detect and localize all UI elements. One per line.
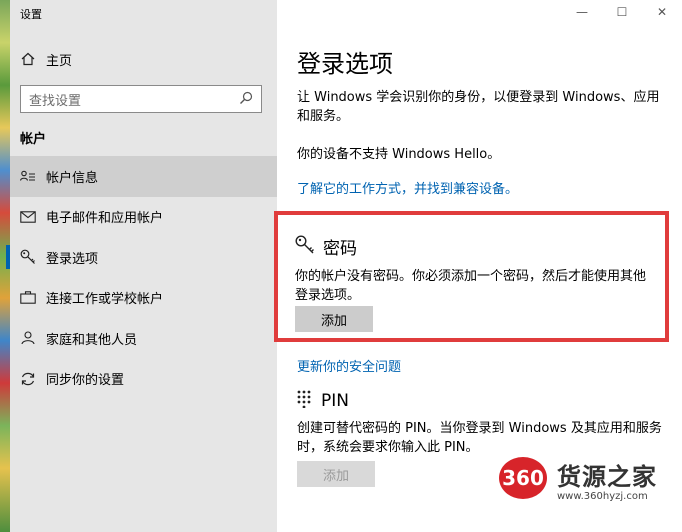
minimize-button[interactable]: —	[562, 0, 602, 24]
key-icon	[295, 234, 315, 259]
sidebar-item-label: 登录选项	[46, 251, 99, 267]
watermark-logo: 360 货源之家 www.360hyzj.com	[499, 453, 679, 513]
main-content: — ☐ ✕ 登录选项 让 Windows 学会识别你的身份，以便登录到 Wind…	[274, 0, 682, 532]
watermark-name: 货源之家	[557, 463, 657, 491]
people-icon	[10, 331, 46, 345]
sidebar: 设置 主页 查找设置 帐户 帐户信息 电子邮件和应用帐户 登录选项 连接工作或学…	[6, 0, 277, 532]
page-title: 登录选项	[297, 50, 393, 78]
sidebar-item-label: 连接工作或学校帐户	[46, 292, 164, 308]
nav-home-label: 主页	[46, 53, 73, 69]
update-security-questions-link[interactable]: 更新你的安全问题	[297, 356, 401, 375]
pin-title: PIN	[321, 391, 349, 411]
sidebar-item-account-info[interactable]: 帐户信息	[10, 156, 277, 197]
sidebar-item-work-school[interactable]: 连接工作或学校帐户	[10, 278, 277, 319]
sidebar-item-sign-in-options[interactable]: 登录选项	[6, 237, 277, 278]
windows-hello-status: 你的设备不支持 Windows Hello。	[297, 147, 501, 162]
sidebar-item-label: 帐户信息	[46, 170, 99, 186]
sidebar-item-family[interactable]: 家庭和其他人员	[10, 318, 277, 359]
learn-more-link[interactable]: 了解它的工作方式，并找到兼容设备。	[297, 178, 518, 197]
section-header: 帐户	[20, 132, 47, 147]
keypad-icon	[297, 390, 311, 412]
sync-icon	[10, 371, 46, 387]
home-icon	[10, 52, 46, 66]
nav-list: 帐户信息 电子邮件和应用帐户 登录选项 连接工作或学校帐户 家庭和其他人员 同步…	[6, 156, 277, 400]
search-icon[interactable]	[239, 90, 253, 109]
pin-header: PIN	[297, 390, 349, 412]
add-pin-button[interactable]: 添加	[297, 461, 375, 487]
password-title: 密码	[323, 239, 357, 259]
briefcase-icon	[10, 291, 46, 304]
password-section-highlight: 密码 你的帐户没有密码。你必须添加一个密码，然后才能使用其他登录选项。 添加	[274, 211, 669, 342]
user-info-icon	[10, 170, 46, 182]
nav-home[interactable]: 主页	[10, 46, 277, 72]
password-description: 你的帐户没有密码。你必须添加一个密码，然后才能使用其他登录选项。	[295, 269, 647, 303]
sidebar-item-sync[interactable]: 同步你的设置	[10, 359, 277, 400]
maximize-button[interactable]: ☐	[602, 0, 642, 24]
add-password-button[interactable]: 添加	[295, 306, 373, 332]
sidebar-item-label: 电子邮件和应用帐户	[46, 211, 164, 227]
watermark-badge: 360	[499, 457, 547, 499]
intro-text: 让 Windows 学会识别你的身份，以便登录到 Windows、应用和服务。	[297, 90, 660, 124]
search-input[interactable]: 查找设置	[20, 85, 262, 113]
password-header: 密码	[295, 234, 357, 259]
sidebar-item-label: 家庭和其他人员	[46, 332, 138, 348]
mail-icon	[10, 211, 46, 223]
window-title: 设置	[20, 8, 42, 21]
window-controls: — ☐ ✕	[562, 0, 682, 24]
search-placeholder: 查找设置	[29, 93, 82, 109]
sidebar-item-email[interactable]: 电子邮件和应用帐户	[10, 197, 277, 238]
pin-description: 创建可替代密码的 PIN。当你登录到 Windows 及其应用和服务时，系统会要…	[297, 421, 662, 455]
close-button[interactable]: ✕	[642, 0, 682, 24]
key-icon	[10, 249, 46, 265]
sidebar-item-label: 同步你的设置	[46, 373, 125, 389]
watermark-url: www.360hyzj.com	[557, 491, 648, 502]
